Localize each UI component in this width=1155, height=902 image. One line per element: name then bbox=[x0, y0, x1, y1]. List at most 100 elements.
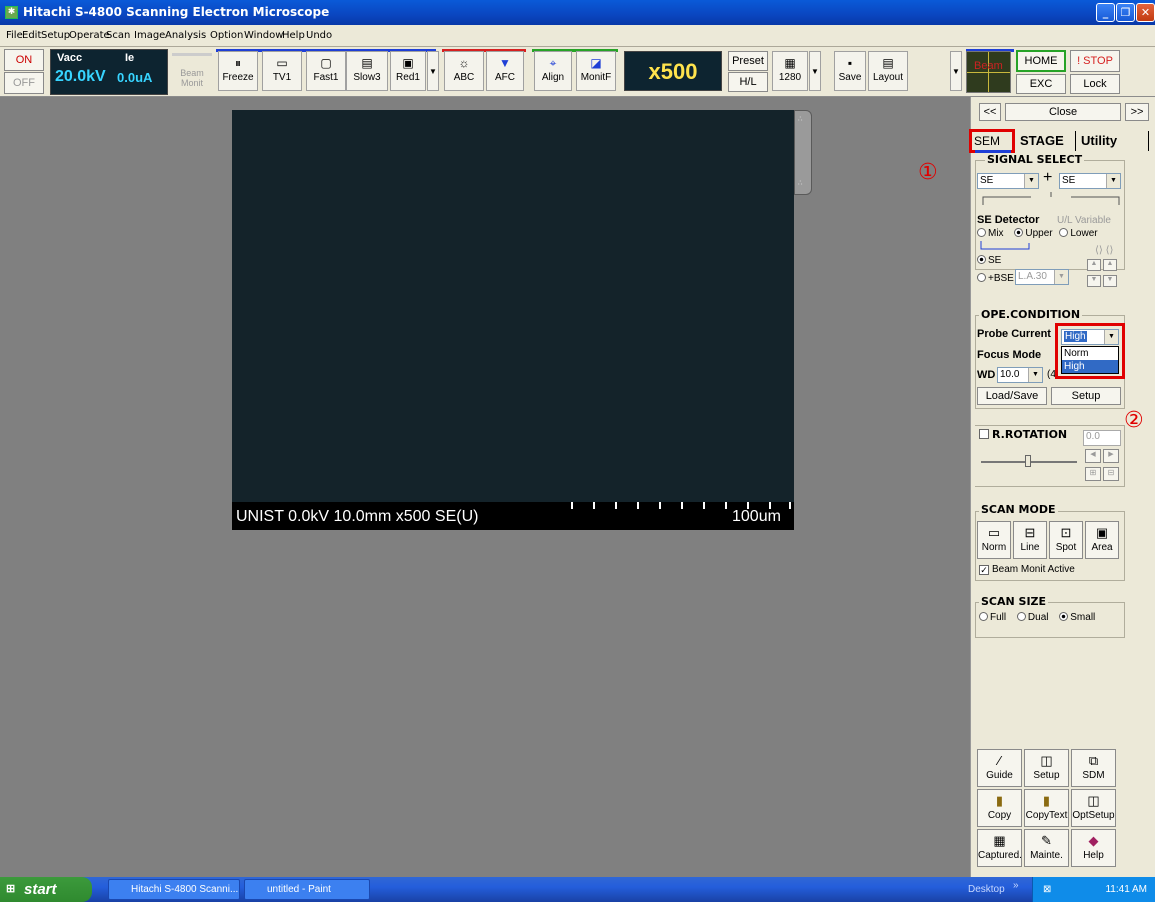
bse-down-button-a[interactable]: ▼ bbox=[1087, 275, 1101, 287]
menu-edit[interactable]: Edit bbox=[22, 30, 41, 41]
scan-norm-button[interactable]: ▭ Norm bbox=[977, 521, 1011, 559]
res-dropdown-arrow[interactable]: ▼ bbox=[809, 51, 821, 91]
tray-network-icon[interactable]: ⊠ bbox=[1043, 877, 1051, 902]
panel-prev-button[interactable]: << bbox=[979, 103, 1001, 121]
menu-help[interactable]: Help bbox=[282, 30, 305, 41]
hv-off-button[interactable]: OFF bbox=[4, 72, 44, 94]
task-paint[interactable]: untitled - Paint bbox=[244, 879, 370, 900]
hv-on-button[interactable]: ON bbox=[4, 49, 44, 71]
exc-button[interactable]: EXC bbox=[1016, 74, 1066, 94]
probe-current-select[interactable]: High ▼ bbox=[1061, 329, 1119, 345]
tab-sem[interactable]: SEM bbox=[974, 134, 1000, 148]
red1-button[interactable]: ▣ Red1 bbox=[390, 51, 426, 91]
captured-label: Captured. bbox=[978, 850, 1022, 861]
lock-button[interactable]: Lock bbox=[1070, 74, 1120, 94]
menu-undo[interactable]: Undo bbox=[306, 30, 332, 41]
la-select[interactable]: L.A.30 ▼ bbox=[1015, 269, 1069, 285]
align-button[interactable]: ⌖ Align bbox=[534, 51, 572, 91]
signal-left-select[interactable]: SE ▼ bbox=[977, 173, 1039, 189]
bse-radio[interactable]: +BSE bbox=[977, 273, 1014, 284]
rotation-slider-thumb[interactable] bbox=[1025, 455, 1031, 467]
fast1-button[interactable]: ▢ Fast1 bbox=[306, 51, 346, 91]
freeze-button[interactable]: ⏸ Freeze bbox=[218, 51, 258, 91]
mainte-button[interactable]: ✎ Mainte. bbox=[1024, 829, 1069, 867]
bse-up-button-a[interactable]: ▲ bbox=[1087, 259, 1101, 271]
scan-spot-button[interactable]: ⊡ Spot bbox=[1049, 521, 1083, 559]
abc-button[interactable]: ☼ ABC bbox=[444, 51, 484, 91]
beam-indicator[interactable]: Beam bbox=[966, 51, 1011, 93]
desktop-toolbar-label[interactable]: Desktop bbox=[968, 884, 1005, 895]
menu-file[interactable]: File bbox=[6, 30, 23, 41]
monitf-button[interactable]: ◪ MonitF bbox=[576, 51, 616, 91]
scan-dropdown-arrow[interactable]: ▼ bbox=[427, 51, 439, 91]
menu-option[interactable]: Option bbox=[210, 30, 243, 41]
layout-dropdown-arrow[interactable]: ▼ bbox=[950, 51, 962, 91]
upper-radio[interactable]: Upper bbox=[1014, 228, 1053, 239]
slow3-button[interactable]: ▤ Slow3 bbox=[346, 51, 388, 91]
captured-button[interactable]: ▦ Captured. bbox=[977, 829, 1022, 867]
help-button[interactable]: ◆ Help bbox=[1071, 829, 1116, 867]
panel-next-button[interactable]: >> bbox=[1125, 103, 1149, 121]
vacc-readout[interactable]: Vacc Ie 20.0kV 0.0uA bbox=[50, 49, 168, 95]
copy-button[interactable]: ▮ Copy bbox=[977, 789, 1022, 827]
rotation-reset-icon[interactable]: ⊟ bbox=[1103, 467, 1119, 481]
signal-right-select[interactable]: SE ▼ bbox=[1059, 173, 1121, 189]
save-button[interactable]: ▪ Save bbox=[834, 51, 866, 91]
home-button[interactable]: HOME bbox=[1016, 50, 1066, 72]
layout-button[interactable]: ▤ Layout bbox=[868, 51, 908, 91]
close-button[interactable]: ✕ bbox=[1136, 3, 1155, 22]
wd-select[interactable]: 10.0 ▼ bbox=[997, 367, 1043, 383]
se-radio[interactable]: SE bbox=[977, 255, 1001, 266]
optsetup-button[interactable]: ◫ OptSetup bbox=[1071, 789, 1116, 827]
copytext-button[interactable]: ▮ CopyText bbox=[1024, 789, 1069, 827]
tab-utility[interactable]: Utility bbox=[1081, 133, 1117, 148]
task-hitachi[interactable]: Hitachi S-4800 Scanni... bbox=[108, 879, 240, 900]
probe-option-norm[interactable]: Norm bbox=[1062, 347, 1118, 360]
mainte-label: Mainte. bbox=[1030, 850, 1063, 861]
beam-monit-button[interactable]: Beam Monit bbox=[172, 53, 212, 91]
stop-button[interactable]: ! STOP bbox=[1070, 50, 1120, 72]
hl-button[interactable]: H/L bbox=[728, 72, 768, 92]
scan-line-button[interactable]: ⊟ Line bbox=[1013, 521, 1047, 559]
maximize-button[interactable]: ❐ bbox=[1116, 3, 1135, 22]
scan-size-small-radio[interactable]: Small bbox=[1059, 612, 1095, 623]
bse-down-button-b[interactable]: ▼ bbox=[1103, 275, 1117, 287]
capture-res-button[interactable]: ▦ 1280 bbox=[772, 51, 808, 91]
menu-scan[interactable]: Scan bbox=[106, 30, 130, 41]
image-scroll-handle[interactable]: ∴ ∴ bbox=[794, 110, 812, 195]
load-save-button[interactable]: Load/Save bbox=[977, 387, 1047, 405]
lower-radio[interactable]: Lower bbox=[1059, 228, 1098, 239]
tv1-button[interactable]: ▭ TV1 bbox=[262, 51, 302, 91]
mix-radio[interactable]: Mix bbox=[977, 228, 1004, 239]
ruler-icon: ⁄ bbox=[998, 753, 1001, 768]
guide-button[interactable]: ⁄ Guide bbox=[977, 749, 1022, 787]
rotation-left-button[interactable]: ◀ bbox=[1085, 449, 1101, 463]
ope-setup-button[interactable]: Setup bbox=[1051, 387, 1121, 405]
panel-close-button[interactable]: Close bbox=[1005, 103, 1121, 121]
scan-size-dual-radio[interactable]: Dual bbox=[1016, 612, 1048, 623]
minimize-button[interactable]: _ bbox=[1096, 3, 1115, 22]
probe-option-high[interactable]: High bbox=[1062, 360, 1118, 373]
scan-area-button[interactable]: ▣ Area bbox=[1085, 521, 1119, 559]
magnification-display[interactable]: x500 bbox=[624, 51, 722, 91]
afc-button[interactable]: ▼ AFC bbox=[486, 51, 524, 91]
toolbar-expand-icon[interactable]: » bbox=[1013, 880, 1019, 891]
menu-image[interactable]: Image bbox=[134, 30, 165, 41]
beam-monit-active-checkbox[interactable]: ✓ Beam Monit Active bbox=[979, 564, 1075, 575]
tab-stage[interactable]: STAGE bbox=[1020, 133, 1064, 148]
rotation-toggle[interactable]: R.ROTATION bbox=[977, 428, 1070, 441]
menu-operate[interactable]: Operate bbox=[69, 30, 110, 41]
bse-up-button-b[interactable]: ▲ bbox=[1103, 259, 1117, 271]
preset-button[interactable]: Preset bbox=[728, 51, 768, 71]
rotation-value-field[interactable]: 0.0 bbox=[1083, 430, 1121, 446]
menu-window[interactable]: Window bbox=[244, 30, 283, 41]
bottom-setup-button[interactable]: ◫ Setup bbox=[1024, 749, 1069, 787]
sdm-button[interactable]: ⧉ SDM bbox=[1071, 749, 1116, 787]
menu-setup[interactable]: Setup bbox=[41, 30, 70, 41]
rotation-snap-icon[interactable]: ⊞ bbox=[1085, 467, 1101, 481]
menu-analysis[interactable]: Analysis bbox=[165, 30, 206, 41]
rotation-right-button[interactable]: ▶ bbox=[1103, 449, 1119, 463]
sem-image-view[interactable] bbox=[232, 110, 794, 502]
scan-size-full-radio[interactable]: Full bbox=[979, 612, 1006, 623]
start-button[interactable]: ⊞ start bbox=[0, 877, 92, 902]
